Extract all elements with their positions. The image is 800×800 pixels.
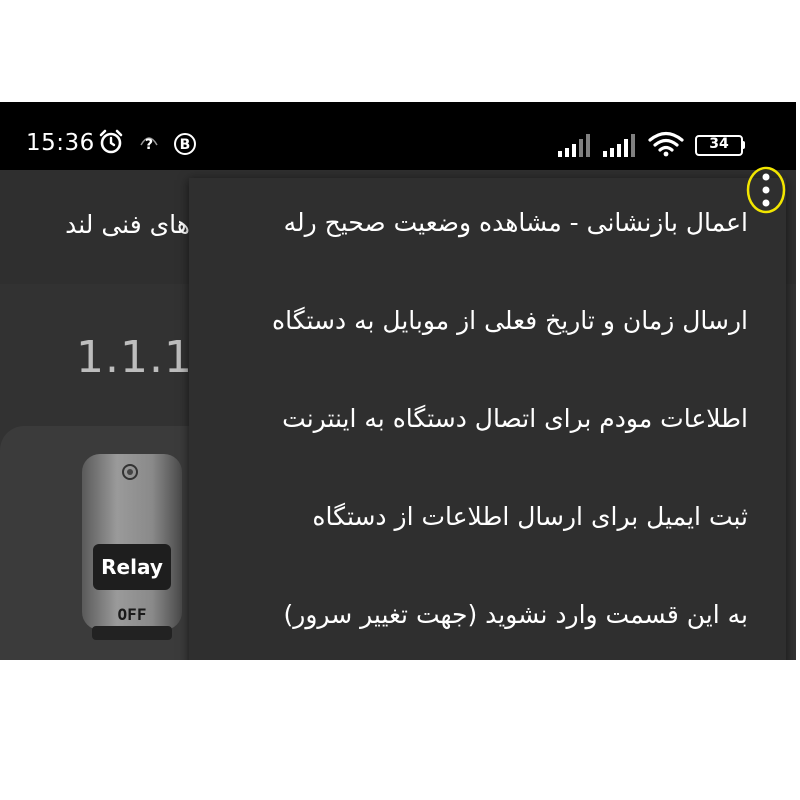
signal-icon xyxy=(603,134,635,157)
app-title: های فنی لند xyxy=(65,210,190,239)
relay-label: Relay xyxy=(101,555,163,579)
alarm-icon xyxy=(99,129,123,154)
menu-item-send-datetime[interactable]: ارسال زمان و تاریخ فعلی از موبایل به دست… xyxy=(272,306,748,335)
svg-text:?: ? xyxy=(145,137,153,153)
help-icon: ? xyxy=(140,137,158,153)
b-badge-icon: B xyxy=(174,133,196,155)
status-time: 15:36 xyxy=(26,130,95,156)
menu-item-modem-info[interactable]: اطلاعات مودم برای اتصال دستگاه به اینترن… xyxy=(282,404,748,433)
wifi-icon xyxy=(648,131,684,157)
version-label: 1.1.1 xyxy=(76,332,193,383)
battery-icon: 34 xyxy=(695,135,747,156)
overflow-menu: اعمال بازنشانی - مشاهده وضعیت صحیح رله ا… xyxy=(189,178,786,660)
svg-text:B: B xyxy=(180,137,191,153)
more-vert-icon[interactable] xyxy=(745,166,787,214)
phone-screen: 15:36 ? B 34 های فنی لند 1.1.1 Relay OFF… xyxy=(0,102,796,660)
battery-level: 34 xyxy=(709,136,729,152)
relay-device-image[interactable]: Relay OFF xyxy=(80,450,188,646)
status-bar: 15:36 ? B 34 xyxy=(0,102,796,170)
menu-item-reset[interactable]: اعمال بازنشانی - مشاهده وضعیت صحیح رله xyxy=(284,208,748,237)
relay-state: OFF xyxy=(118,605,147,624)
menu-item-register-email[interactable]: ثبت ایمیل برای ارسال اطلاعات از دستگاه xyxy=(312,502,748,531)
menu-item-change-server[interactable]: به این قسمت وارد نشوید (جهت تغییر سرور) xyxy=(284,600,748,629)
signal-icon xyxy=(558,134,590,157)
